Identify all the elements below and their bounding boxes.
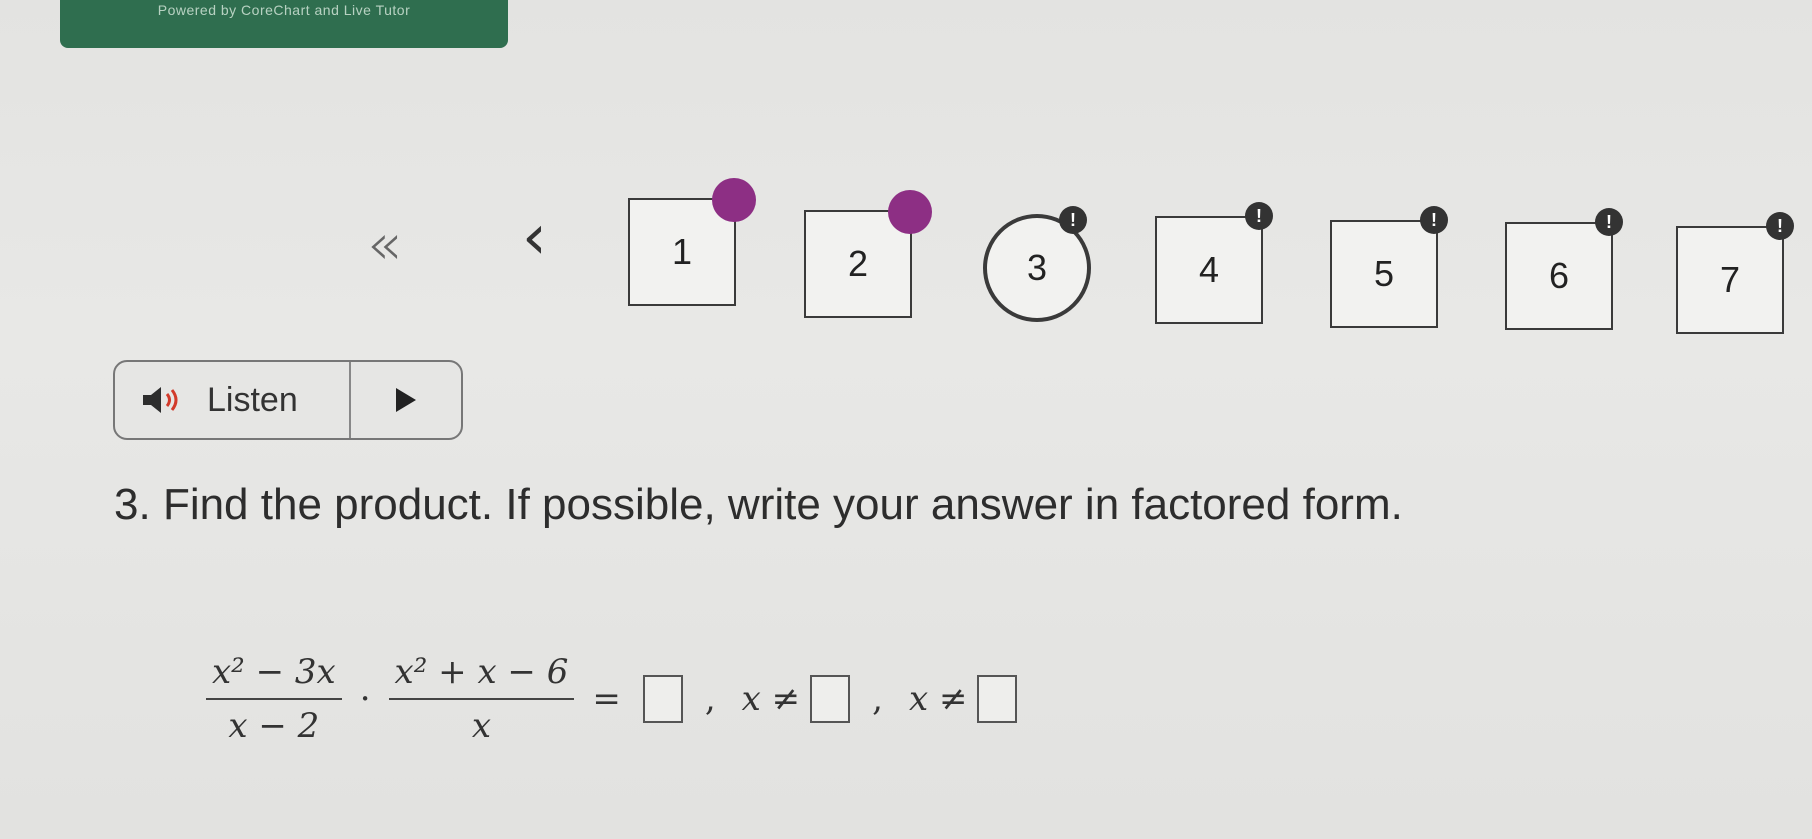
fraction-1-denominator: x − 2 [228,706,320,746]
previous-question-icon[interactable]: ‹ [522,200,547,273]
question-navigation: « ‹ 1 2 3 ! 4 ! 5 ! 6 ! 7 ! [0,0,1812,340]
alert-icon: ! [1420,206,1448,234]
first-question-icon[interactable]: « [366,210,402,278]
play-button[interactable] [351,362,461,438]
question-number: 1 [671,231,693,272]
question-number: 6 [1548,255,1570,296]
answered-dot-icon [712,178,756,222]
restriction-1-label: x ≠ [741,679,801,719]
question-prompt: 3. Find the product. If possible, write … [114,480,1403,530]
question-button-4[interactable]: 4 ! [1155,202,1273,324]
restriction-2-input[interactable] [977,675,1018,723]
listen-button[interactable]: Listen [115,362,351,438]
question-number: 4 [1198,249,1220,290]
play-icon [396,388,416,412]
alert-icon: ! [1245,202,1273,230]
fraction-2-denominator: x [471,706,492,746]
listen-label: Listen [207,380,298,419]
alert-icon: ! [1766,212,1794,240]
fraction-2-numerator: x² + x − 6 [388,652,575,700]
fraction-1-numerator: x² − 3x [206,652,342,700]
answer-input[interactable] [642,675,683,723]
alert-icon: ! [1059,206,1087,234]
question-number-label: 3. [114,480,151,529]
restriction-1-input[interactable] [810,675,851,723]
speaker-icon [143,387,178,413]
comma: , [704,679,716,719]
question-button-3-current[interactable]: 3 ! [983,206,1091,322]
question-button-5[interactable]: 5 ! [1330,206,1448,328]
question-button-7[interactable]: 7 ! [1676,212,1794,334]
alert-icon: ! [1595,208,1623,236]
question-button-6[interactable]: 6 ! [1505,208,1623,330]
math-expression: x² − 3x x − 2 · x² + x − 6 x = , x ≠ , x… [200,652,1027,746]
question-number: 7 [1719,259,1741,300]
question-number: 2 [847,243,869,284]
multiply-dot: · [359,679,371,719]
restriction-2-label: x ≠ [908,679,968,719]
comma: , [872,679,883,719]
question-text: Find the product. If possible, write you… [162,480,1403,529]
fraction-2: x² + x − 6 x [388,652,575,746]
page: Powered by CoreChart and Live Tutor « ‹ … [0,0,1812,839]
question-number: 3 [1026,247,1048,288]
question-button-1[interactable]: 1 [628,178,756,306]
question-number: 5 [1373,253,1395,294]
fraction-1: x² − 3x x − 2 [206,652,342,746]
answered-dot-icon [888,190,932,234]
listen-bar: Listen [113,360,463,440]
question-button-2[interactable]: 2 [804,190,932,318]
equals-sign: = [592,679,621,719]
